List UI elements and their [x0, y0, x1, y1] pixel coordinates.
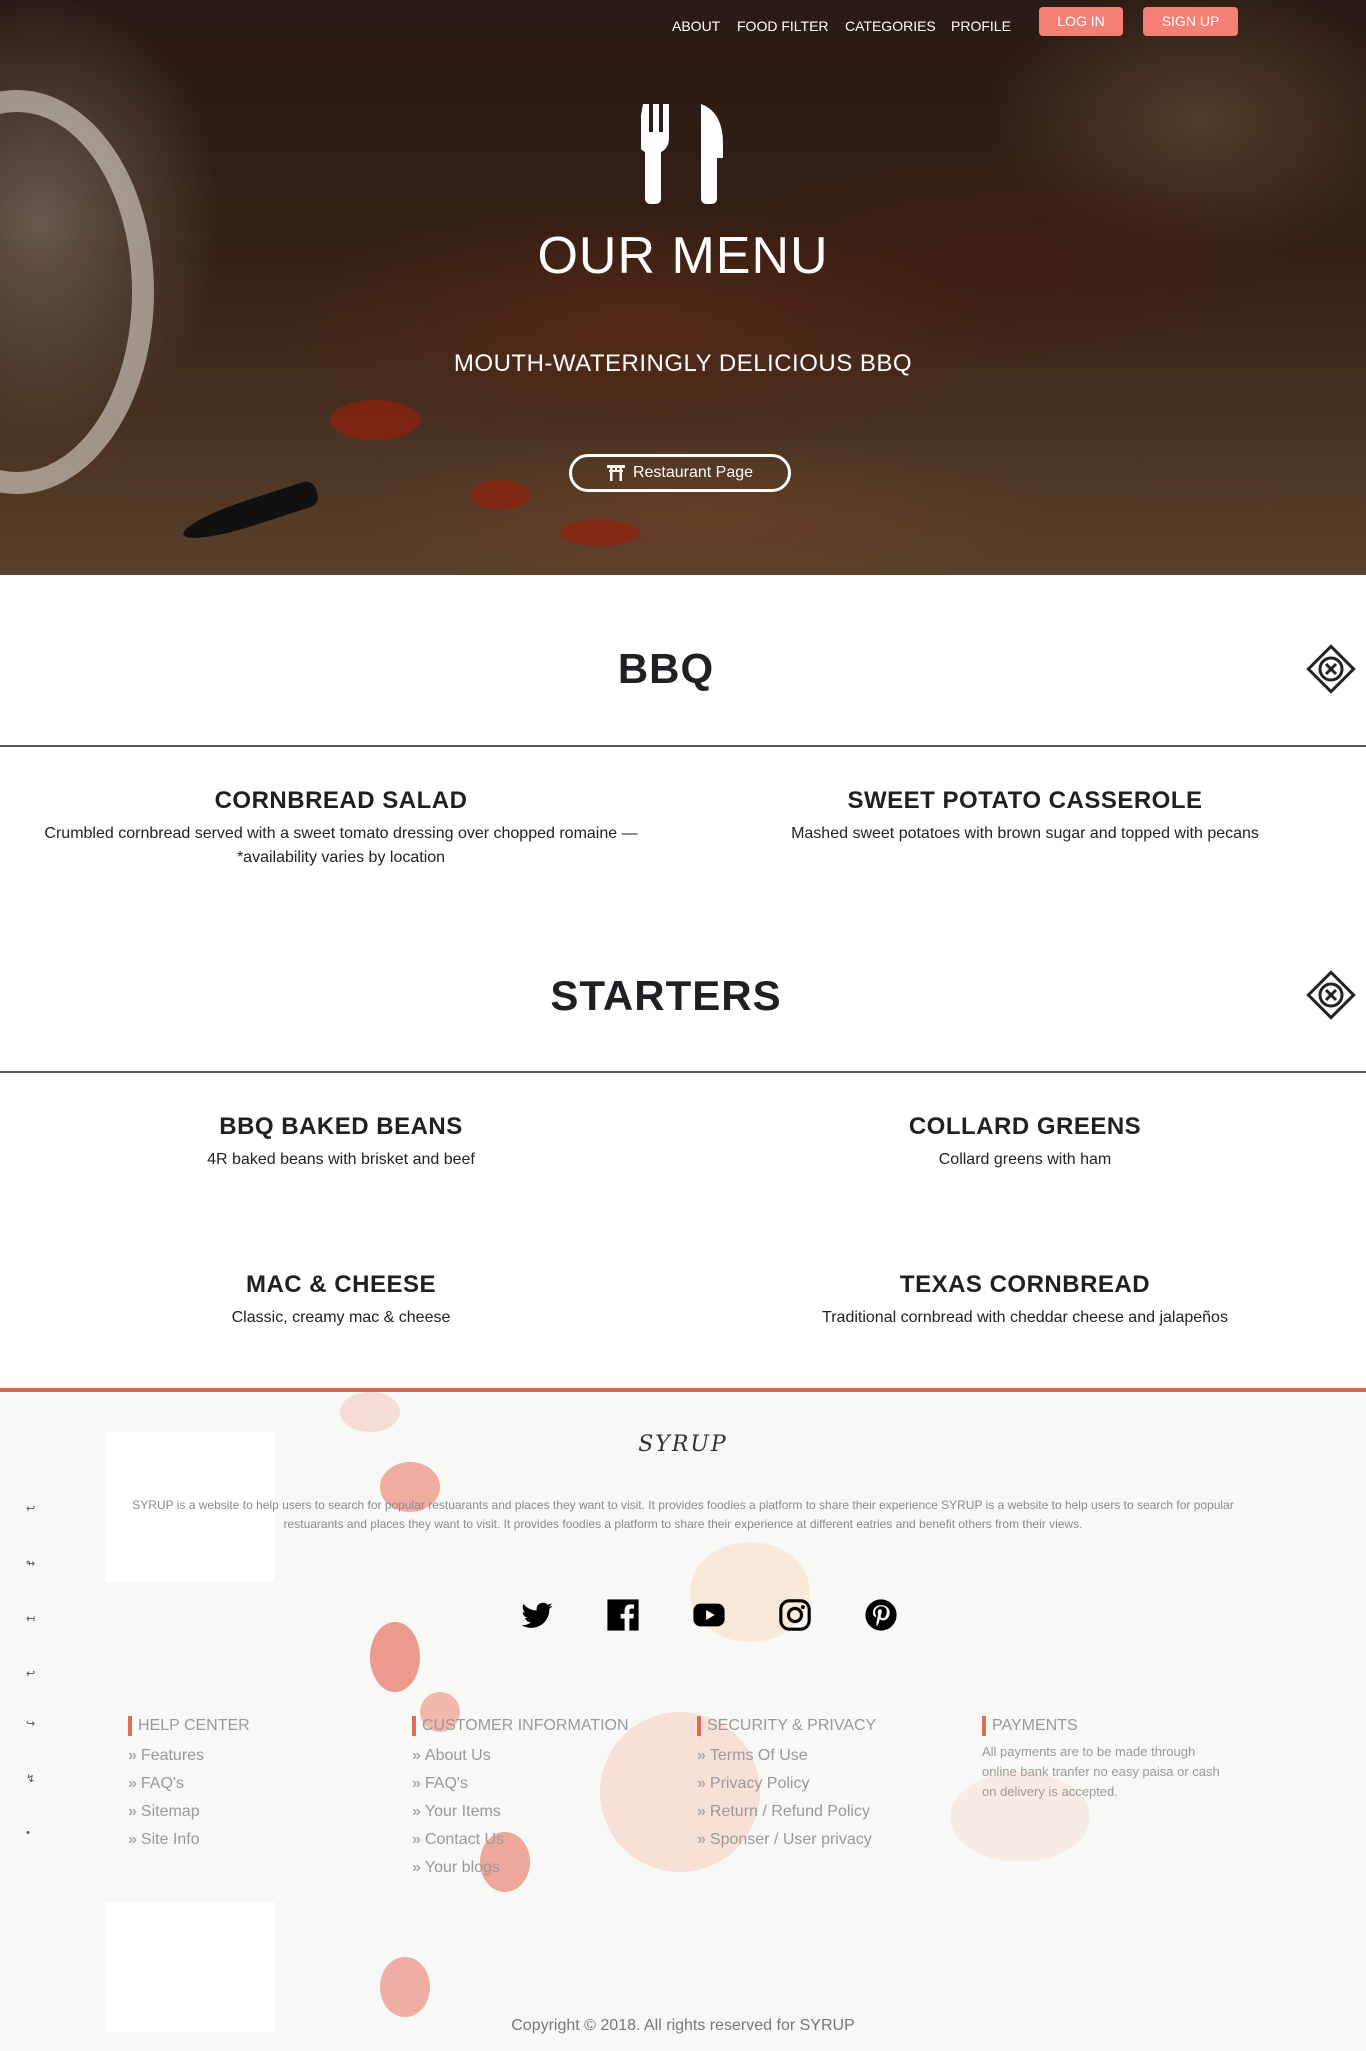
double-chevron-icon: » [128, 1775, 137, 1792]
double-chevron-icon: » [412, 1775, 421, 1792]
menu-item-name: CORNBREAD SALAD [214, 787, 468, 814]
nav-link-profile[interactable]: PROFILE [951, 18, 1011, 34]
menu-item-description: Traditional cornbread with cheddar chees… [822, 1309, 1228, 1326]
site-footer: ↩ ↬ ↤ ↩ ↪ ↯ • ↩ SYRUP SYRUP is a website… [0, 1388, 1366, 2051]
footer-link[interactable]: » About Us [412, 1742, 662, 1770]
footer-column-customer-information: CUSTOMER INFORMATION » About Us » FAQ's » Y… [412, 1716, 662, 1882]
footer-link[interactable]: » Site Info [128, 1826, 378, 1854]
footer-column-title: PAYMENTS [982, 1716, 1232, 1736]
menu-item-name: COLLARD GREENS [908, 1113, 1142, 1140]
footer-column-security-privacy: SECURITY & PRIVACY » Terms Of Use » Privac… [697, 1716, 947, 1854]
copyright: Copyright © 2018. All rights reserved fo… [511, 2017, 855, 2034]
menu-item-name: TEXAS CORNBREAD [899, 1271, 1151, 1298]
double-chevron-icon: » [412, 1747, 421, 1764]
login-button[interactable]: LOG IN [1039, 7, 1123, 36]
footer-column-title: SECURITY & PRIVACY [697, 1716, 947, 1736]
footer-link[interactable]: » FAQ's [128, 1770, 378, 1798]
menu-item: MAC & CHEESE Classic, creamy mac & chees… [11, 1270, 671, 1330]
footer-link[interactable]: » Contact Us [412, 1826, 662, 1854]
footer-column-title: HELP CENTER [128, 1716, 378, 1736]
youtube-icon[interactable] [692, 1598, 726, 1632]
menu-item: SWEET POTATO CASSEROLE Mashed sweet pota… [695, 786, 1355, 846]
double-chevron-icon: » [412, 1831, 421, 1848]
menu-item-description: Crumbled cornbread served with a sweet t… [44, 825, 638, 866]
menu-item: BBQ BAKED BEANS 4R baked beans with bris… [11, 1112, 671, 1172]
top-nav: ABOUT FOOD FILTER CATEGORIES PROFILE LOG… [0, 7, 1366, 48]
menu-item-description: Classic, creamy mac & cheese [231, 1309, 451, 1326]
close-icon[interactable] [1306, 970, 1356, 1020]
footer-link[interactable]: » Return / Refund Policy [697, 1798, 947, 1826]
payments-text: All payments are to be made through onli… [982, 1744, 1220, 1799]
footer-link[interactable]: » Sitemap [128, 1798, 378, 1826]
double-chevron-icon: » [697, 1775, 706, 1792]
footer-link[interactable]: » FAQ's [412, 1770, 662, 1798]
social-links [520, 1598, 900, 1638]
double-chevron-icon: » [412, 1859, 421, 1876]
section-title-starters: STARTERS [550, 972, 782, 1019]
close-icon[interactable] [1306, 644, 1356, 694]
signup-button[interactable]: SIGN UP [1143, 7, 1238, 36]
footer-link[interactable]: » Privacy Policy [697, 1770, 947, 1798]
footer-link[interactable]: » Features [128, 1742, 378, 1770]
nav-link-about[interactable]: ABOUT [672, 18, 720, 34]
footer-column-payments: PAYMENTS All payments are to be made thr… [982, 1716, 1232, 1802]
hero-subtitle: MOUTH-WATERINGLY DELICIOUS BBQ [453, 350, 913, 377]
footer-link[interactable]: » Terms Of Use [697, 1742, 947, 1770]
footer-link[interactable]: » Your Items [412, 1798, 662, 1826]
restaurant-page-label: Restaurant Page [632, 464, 754, 481]
double-chevron-icon: » [128, 1747, 137, 1764]
footer-description: SYRUP is a website to help users to sear… [132, 1498, 1234, 1531]
nav-link-food-filter[interactable]: FOOD FILTER [737, 18, 829, 34]
restaurant-page-button[interactable]: Restaurant Page [569, 454, 791, 492]
menu-item: CORNBREAD SALAD Crumbled cornbread serve… [11, 786, 671, 870]
footer-column-help-center: HELP CENTER » Features » FAQ's » Sitemap » S… [128, 1716, 378, 1854]
hero-banner: ABOUT FOOD FILTER CATEGORIES PROFILE LOG… [0, 0, 1366, 575]
menu-item-name: BBQ BAKED BEANS [219, 1113, 463, 1140]
footer-logo: SYRUP [638, 1432, 728, 1457]
menu-item-name: MAC & CHEESE [245, 1271, 437, 1298]
facebook-icon[interactable] [606, 1598, 640, 1632]
twitter-icon[interactable] [520, 1598, 554, 1632]
footer-link[interactable]: » Sponser / User privacy [697, 1826, 947, 1854]
section-divider [0, 745, 1366, 747]
menu-item-name: SWEET POTATO CASSEROLE [847, 787, 1203, 814]
double-chevron-icon: » [128, 1831, 137, 1848]
double-chevron-icon: » [697, 1831, 706, 1848]
nav-link-categories[interactable]: CATEGORIES [845, 18, 936, 34]
torii-gate-icon [606, 465, 625, 481]
section-title-bbq: BBQ [617, 645, 715, 692]
double-chevron-icon: » [697, 1747, 706, 1764]
double-chevron-icon: » [128, 1803, 137, 1820]
double-chevron-icon: » [697, 1803, 706, 1820]
footer-link[interactable]: » Your blogs [412, 1854, 662, 1882]
menu-item: TEXAS CORNBREAD Traditional cornbread wi… [695, 1270, 1355, 1330]
menu-item-description: 4R baked beans with brisket and beef [207, 1151, 475, 1168]
menu-item: COLLARD GREENS Collard greens with ham [695, 1112, 1355, 1172]
footer-column-title: CUSTOMER INFORMATION [412, 1716, 662, 1736]
double-chevron-icon: » [412, 1803, 421, 1820]
hero-title: OUR MENU [537, 227, 829, 285]
section-divider [0, 1071, 1366, 1073]
menu-item-description: Collard greens with ham [938, 1151, 1112, 1168]
menu-item-description: Mashed sweet potatoes with brown sugar a… [791, 825, 1259, 842]
pinterest-icon[interactable] [864, 1598, 898, 1632]
instagram-icon[interactable] [778, 1598, 812, 1632]
fork-knife-icon [641, 104, 723, 204]
